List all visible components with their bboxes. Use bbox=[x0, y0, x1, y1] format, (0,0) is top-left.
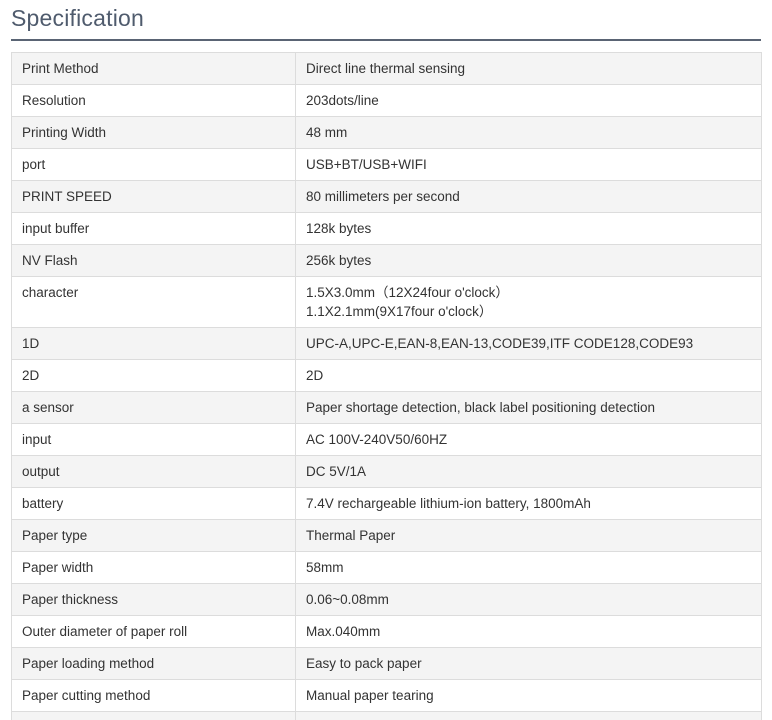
spec-value-line: Direct line thermal sensing bbox=[306, 61, 466, 76]
spec-value-cell bbox=[295, 711, 762, 720]
spec-label-cell: Printing Width bbox=[11, 116, 296, 149]
spec-value-cell: USB+BT/USB+WIFI bbox=[295, 148, 762, 181]
spec-value-line: 48 mm bbox=[306, 125, 348, 140]
table-row: Outer diameter of paper roll Max.040mm bbox=[11, 615, 762, 648]
page-title: Specification bbox=[11, 5, 145, 31]
spec-value-cell: 128k bytes bbox=[295, 212, 762, 245]
spec-value-cell: Direct line thermal sensing bbox=[295, 52, 762, 85]
spec-label-cell: Paper width bbox=[11, 551, 296, 584]
spec-value-line: Thermal Paper bbox=[306, 528, 396, 543]
table-row: Paper cutting method Manual paper tearing bbox=[11, 679, 762, 712]
spec-value-line: 2D bbox=[306, 368, 324, 383]
table-row: output DC 5V/1A bbox=[11, 455, 762, 488]
table-row: input buffer 128k bytes bbox=[11, 212, 762, 245]
table-row: 2D 2D bbox=[11, 359, 762, 392]
spec-label-cell: 1D bbox=[11, 327, 296, 360]
spec-label-cell: output bbox=[11, 455, 296, 488]
specification-table: Print Method Direct line thermal sensing R… bbox=[11, 52, 762, 720]
table-row: NV Flash 256k bytes bbox=[11, 244, 762, 277]
table-row: PRINT SPEED 80 millimeters per second bbox=[11, 180, 762, 213]
table-row: Print Method Direct line thermal sensing bbox=[11, 52, 762, 85]
table-row: Paper thickness 0.06~0.08mm bbox=[11, 583, 762, 616]
spec-value-line: Paper shortage detection, black label po… bbox=[306, 400, 655, 415]
spec-value-cell: UPC-A,UPC-E,EAN-8,EAN-13,CODE39,ITF CODE… bbox=[295, 327, 762, 360]
spec-value-cell: 7.4V rechargeable lithium-ion battery, 1… bbox=[295, 487, 762, 520]
spec-value-line: Easy to pack paper bbox=[306, 656, 422, 671]
spec-value-cell: Paper shortage detection, black label po… bbox=[295, 391, 762, 424]
table-row: input AC 100V-240V50/60HZ bbox=[11, 423, 762, 456]
spec-label-cell: Outer diameter of paper roll bbox=[11, 615, 296, 648]
spec-value-line: 7.4V rechargeable lithium-ion battery, 1… bbox=[306, 496, 591, 511]
spec-value-line: 58mm bbox=[306, 560, 344, 575]
spec-page: Specification Print Method Direct line th… bbox=[0, 0, 772, 720]
spec-value-cell: 80 millimeters per second bbox=[295, 180, 762, 213]
table-row: battery 7.4V rechargeable lithium-ion bat… bbox=[11, 487, 762, 520]
spec-value-cell: 58mm bbox=[295, 551, 762, 584]
table-row: Paper type Thermal Paper bbox=[11, 519, 762, 552]
spec-value-line: DC 5V/1A bbox=[306, 464, 367, 479]
spec-value-line: UPC-A,UPC-E,EAN-8,EAN-13,CODE39,ITF CODE… bbox=[306, 336, 694, 351]
table-row bbox=[11, 711, 762, 720]
spec-label-cell: a sensor bbox=[11, 391, 296, 424]
spec-value-line: 1.5X3.0mm（12X24four o'clock） bbox=[306, 285, 509, 300]
spec-value-cell: 203dots/line bbox=[295, 84, 762, 117]
spec-value-line: AC 100V-240V50/60HZ bbox=[306, 432, 448, 447]
spec-label-cell: port bbox=[11, 148, 296, 181]
spec-value-line: Max.040mm bbox=[306, 624, 381, 639]
spec-label-cell: Print Method bbox=[11, 52, 296, 85]
table-row: Paper loading method Easy to pack paper bbox=[11, 647, 762, 680]
spec-value-cell: 0.06~0.08mm bbox=[295, 583, 762, 616]
spec-label-cell: Paper cutting method bbox=[11, 679, 296, 712]
table-row: 1D UPC-A,UPC-E,EAN-8,EAN-13,CODE39,ITF CO… bbox=[11, 327, 762, 360]
spec-value-cell: 48 mm bbox=[295, 116, 762, 149]
spec-value-line: 256k bytes bbox=[306, 253, 372, 268]
table-row: Resolution 203dots/line bbox=[11, 84, 762, 117]
spec-label-cell: Resolution bbox=[11, 84, 296, 117]
spec-value-line: USB+BT/USB+WIFI bbox=[306, 157, 427, 172]
table-row: Paper width 58mm bbox=[11, 551, 762, 584]
spec-value-line: 0.06~0.08mm bbox=[306, 592, 389, 607]
spec-value-line: 128k bytes bbox=[306, 221, 372, 236]
spec-value-cell: Manual paper tearing bbox=[295, 679, 762, 712]
spec-value-line: 1.1X2.1mm(9X17four o'clock） bbox=[306, 304, 493, 319]
spec-label-cell: battery bbox=[11, 487, 296, 520]
spec-value-cell: AC 100V-240V50/60HZ bbox=[295, 423, 762, 456]
table-row: Printing Width 48 mm bbox=[11, 116, 762, 149]
spec-label-cell: character bbox=[11, 276, 296, 328]
spec-label-cell: Paper type bbox=[11, 519, 296, 552]
spec-value-line: Manual paper tearing bbox=[306, 688, 434, 703]
spec-value-cell: DC 5V/1A bbox=[295, 455, 762, 488]
spec-label-cell: NV Flash bbox=[11, 244, 296, 277]
spec-value-cell: 2D bbox=[295, 359, 762, 392]
spec-label-cell: PRINT SPEED bbox=[11, 180, 296, 213]
title-divider bbox=[11, 39, 761, 41]
spec-label-cell: Paper thickness bbox=[11, 583, 296, 616]
spec-value-cell: Max.040mm bbox=[295, 615, 762, 648]
spec-label-cell: input bbox=[11, 423, 296, 456]
spec-value-cell: 256k bytes bbox=[295, 244, 762, 277]
spec-label-cell: input buffer bbox=[11, 212, 296, 245]
spec-label-cell: 2D bbox=[11, 359, 296, 392]
spec-value-line: 80 millimeters per second bbox=[306, 189, 460, 204]
table-row: port USB+BT/USB+WIFI bbox=[11, 148, 762, 181]
spec-label-cell: Paper loading method bbox=[11, 647, 296, 680]
specification-table-body: Print Method Direct line thermal sensing R… bbox=[11, 52, 762, 720]
spec-label-cell bbox=[11, 711, 296, 720]
spec-value-cell: 1.5X3.0mm（12X24four o'clock） 1.1X2.1mm(9X… bbox=[295, 276, 762, 328]
table-row: character 1.5X3.0mm（12X24four o'clock） 1.1… bbox=[11, 276, 762, 328]
spec-value-cell: Easy to pack paper bbox=[295, 647, 762, 680]
spec-value-line: 203dots/line bbox=[306, 93, 379, 108]
spec-value-cell: Thermal Paper bbox=[295, 519, 762, 552]
table-row: a sensor Paper shortage detection, black … bbox=[11, 391, 762, 424]
